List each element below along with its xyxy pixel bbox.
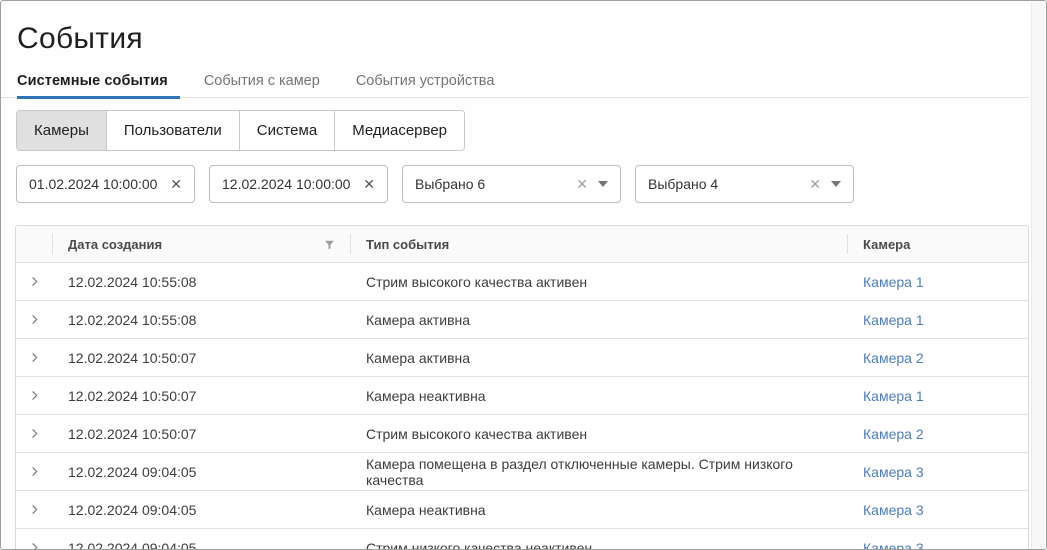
table-row[interactable]: 12.02.2024 09:04:05 Камера неактивна Кам…	[16, 491, 1028, 529]
chevron-right-icon[interactable]	[27, 274, 42, 289]
table-header: Дата создания Тип события Камера	[16, 226, 1028, 263]
clear-icon[interactable]: ✕	[170, 177, 182, 191]
event-type: Камера неактивна	[350, 491, 847, 528]
event-date: 12.02.2024 10:55:08	[52, 301, 350, 338]
event-date: 12.02.2024 09:04:05	[52, 453, 350, 490]
camera-link[interactable]: Камера 1	[863, 274, 924, 290]
table-row[interactable]: 12.02.2024 10:55:08 Стрим высокого качес…	[16, 263, 1028, 301]
table-row[interactable]: 12.02.2024 10:50:07 Стрим высокого качес…	[16, 415, 1028, 453]
events-table: Дата создания Тип события Камера 12.02.2…	[15, 225, 1029, 550]
table-row[interactable]: 12.02.2024 10:55:08 Камера активна Камер…	[16, 301, 1028, 339]
column-header-type-label: Тип события	[366, 237, 449, 252]
table-row[interactable]: 12.02.2024 09:04:05 Стрим низкого качест…	[16, 529, 1028, 550]
camera-link[interactable]: Камера 1	[863, 388, 924, 404]
event-date: 12.02.2024 10:50:07	[52, 415, 350, 452]
event-type: Камера помещена в раздел отключенные кам…	[350, 453, 847, 490]
camera-link[interactable]: Камера 3	[863, 464, 924, 480]
camera-link[interactable]: Камера 1	[863, 312, 924, 328]
category-button-mediaserver[interactable]: Медиасервер	[334, 111, 464, 150]
filter-funnel-icon[interactable]	[323, 238, 336, 251]
chevron-down-icon[interactable]	[831, 181, 841, 187]
tabs-bar: Системные события События с камер Событи…	[1, 73, 1029, 98]
column-header-camera: Камера	[847, 226, 1028, 262]
chevron-right-icon[interactable]	[27, 540, 42, 550]
camera-link[interactable]: Камера 2	[863, 350, 924, 366]
event-type: Камера неактивна	[350, 377, 847, 414]
table-row[interactable]: 12.02.2024 09:04:05 Камера помещена в ра…	[16, 453, 1028, 491]
category-button-cameras[interactable]: Камеры	[17, 111, 106, 150]
camera-link[interactable]: Камера 3	[863, 540, 924, 550]
event-type: Стрим высокого качества активен	[350, 415, 847, 452]
event-date: 12.02.2024 10:55:08	[52, 263, 350, 300]
chevron-right-icon[interactable]	[27, 502, 42, 517]
date-from-input[interactable]: 01.02.2024 10:00:00 ✕	[16, 165, 195, 203]
event-date: 12.02.2024 10:50:07	[52, 339, 350, 376]
vertical-scrollbar[interactable]	[1031, 2, 1045, 549]
event-type: Стрим низкого качества неактивен	[350, 529, 847, 550]
date-to-value: 12.02.2024 10:00:00	[222, 176, 355, 192]
category-button-group: Камеры Пользователи Система Медиасервер	[16, 110, 465, 151]
column-header-date-label: Дата создания	[68, 237, 162, 252]
event-date: 12.02.2024 10:50:07	[52, 377, 350, 414]
column-header-date: Дата создания	[52, 226, 350, 262]
event-type-select-value: Выбрано 6	[415, 176, 568, 192]
chevron-right-icon[interactable]	[27, 464, 42, 479]
page-title: События	[17, 22, 1046, 56]
category-button-users[interactable]: Пользователи	[106, 111, 239, 150]
filter-row: 01.02.2024 10:00:00 ✕ 12.02.2024 10:00:0…	[16, 165, 1046, 203]
events-page: События Системные события События с каме…	[0, 0, 1047, 550]
chevron-right-icon[interactable]	[27, 388, 42, 403]
category-button-system[interactable]: Система	[239, 111, 334, 150]
event-type: Стрим высокого качества активен	[350, 263, 847, 300]
clear-icon[interactable]: ✕	[363, 177, 375, 191]
column-header-type: Тип события	[350, 226, 847, 262]
expand-column-header	[16, 226, 52, 262]
table-row[interactable]: 12.02.2024 10:50:07 Камера неактивна Кам…	[16, 377, 1028, 415]
chevron-right-icon[interactable]	[27, 312, 42, 327]
table-row[interactable]: 12.02.2024 10:50:07 Камера активна Камер…	[16, 339, 1028, 377]
clear-icon[interactable]: ✕	[809, 177, 821, 191]
event-type: Камера активна	[350, 339, 847, 376]
camera-select[interactable]: Выбрано 4 ✕	[635, 165, 854, 203]
chevron-down-icon[interactable]	[598, 181, 608, 187]
date-to-input[interactable]: 12.02.2024 10:00:00 ✕	[209, 165, 388, 203]
table-body: 12.02.2024 10:55:08 Стрим высокого качес…	[16, 263, 1028, 550]
column-header-camera-label: Камера	[863, 237, 910, 252]
event-date: 12.02.2024 09:04:05	[52, 529, 350, 550]
camera-select-value: Выбрано 4	[648, 176, 801, 192]
chevron-right-icon[interactable]	[27, 426, 42, 441]
event-type: Камера активна	[350, 301, 847, 338]
camera-link[interactable]: Камера 3	[863, 502, 924, 518]
tab-system-events[interactable]: Системные события	[17, 73, 168, 97]
camera-link[interactable]: Камера 2	[863, 426, 924, 442]
date-from-value: 01.02.2024 10:00:00	[29, 176, 162, 192]
event-type-select[interactable]: Выбрано 6 ✕	[402, 165, 621, 203]
event-date: 12.02.2024 09:04:05	[52, 491, 350, 528]
clear-icon[interactable]: ✕	[576, 177, 588, 191]
tab-camera-events[interactable]: События с камер	[204, 73, 320, 97]
tab-device-events[interactable]: События устройства	[356, 73, 495, 97]
chevron-right-icon[interactable]	[27, 350, 42, 365]
